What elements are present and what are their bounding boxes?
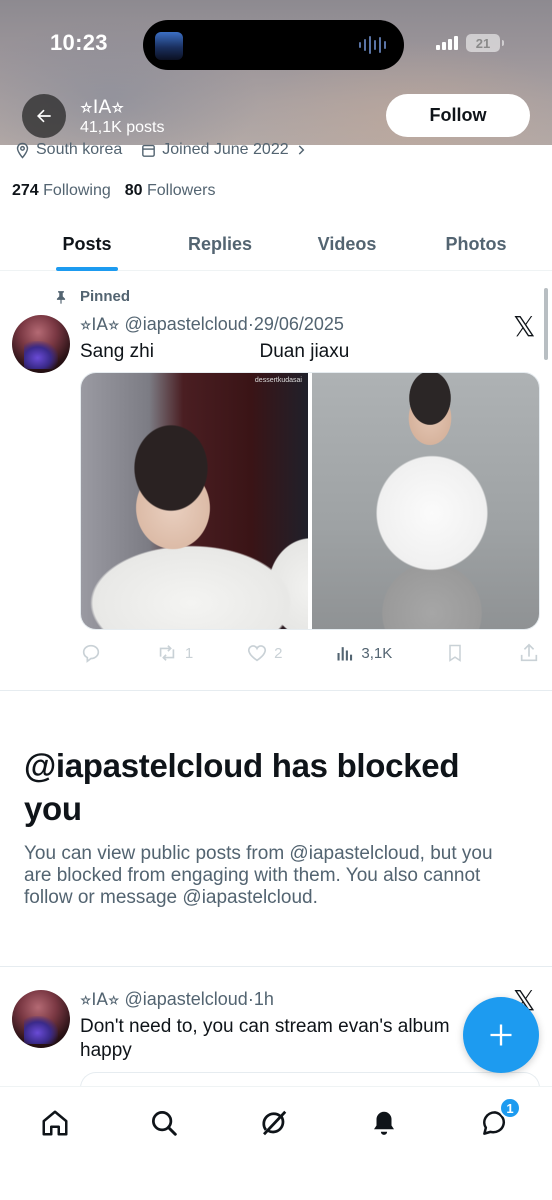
x-logo-icon: 𝕏 <box>513 310 536 343</box>
now-playing-artwork <box>155 32 183 60</box>
tweet-media[interactable]: dessertkudasai <box>80 372 540 630</box>
share-icon <box>520 643 538 662</box>
like-button[interactable]: 2 <box>246 642 282 664</box>
tweet-time[interactable]: 1h <box>254 989 274 1009</box>
profile-banner: 10:23 21 ⭐︎IA⭐︎ 41,1K posts Follow <box>0 0 552 145</box>
tweet-date[interactable]: 29/06/2025 <box>254 314 344 334</box>
calendar-icon <box>142 144 156 157</box>
header-post-count: 41,1K posts <box>80 119 165 136</box>
joined-text: Joined June 2022 <box>162 141 289 158</box>
bottom-navigation: 1 <box>0 1086 552 1200</box>
tweet-author-name[interactable]: ⭐︎IA⭐︎ <box>80 315 119 335</box>
profile-meta: South korea Joined June 2022 <box>14 141 308 159</box>
tweet-text-line-2: happy <box>80 1040 132 1061</box>
home-icon <box>42 1110 68 1136</box>
dynamic-island <box>143 20 404 70</box>
signal-icon <box>436 36 458 50</box>
tweet-author-name[interactable]: ⭐︎IA⭐︎ <box>80 990 119 1010</box>
like-count: 2 <box>274 644 283 662</box>
grok-icon <box>262 1110 287 1136</box>
views-button[interactable]: 3,1K <box>335 643 392 663</box>
retweet-button[interactable]: 1 <box>155 642 193 664</box>
media-image-duan-jiaxu[interactable] <box>312 373 539 629</box>
avatar[interactable] <box>12 990 70 1048</box>
search-icon <box>152 1111 177 1136</box>
nav-grok[interactable] <box>256 1105 292 1141</box>
location-text: South korea <box>36 141 123 158</box>
media-image-sang-zhi[interactable]: dessertkudasai <box>81 373 308 629</box>
tweet-author-handle[interactable]: @iapastelcloud <box>124 314 247 334</box>
reply-icon <box>82 644 100 663</box>
compose-button[interactable] <box>463 997 539 1073</box>
pinned-indicator: Pinned <box>54 288 130 305</box>
blocked-title: @iapastelcloud has blocked you <box>24 747 460 827</box>
section-divider <box>0 690 552 691</box>
image-watermark: dessertkudasai <box>254 377 302 384</box>
tweet-text: Sang zhi Duan jiaxu <box>80 341 350 362</box>
follow-button[interactable]: Follow <box>386 94 530 137</box>
pinned-label: Pinned <box>80 288 131 305</box>
joined-date[interactable]: Joined June 2022 <box>140 141 307 159</box>
plus-icon <box>490 1024 512 1046</box>
scrollbar[interactable] <box>544 288 548 360</box>
retweet-icon <box>159 645 175 661</box>
tweet-actions: 1 2 3,1K <box>80 642 540 664</box>
nav-notifications[interactable] <box>366 1105 402 1141</box>
heart-icon <box>248 645 267 662</box>
nav-messages[interactable]: 1 <box>477 1097 521 1141</box>
back-button[interactable] <box>22 94 66 138</box>
audio-waveform-icon <box>359 36 386 54</box>
messages-badge: 1 <box>499 1097 521 1119</box>
followers-link[interactable]: 80 Followers <box>125 182 216 200</box>
location: South korea <box>14 141 122 159</box>
status-time: 10:23 <box>50 30 108 55</box>
share-button[interactable] <box>518 642 540 664</box>
bell-icon <box>374 1111 394 1135</box>
bookmark-icon <box>449 644 461 662</box>
tab-videos[interactable]: Videos <box>266 218 428 271</box>
following-link[interactable]: 274 Following <box>12 182 111 200</box>
battery-icon: 21 <box>466 34 504 52</box>
pin-icon <box>56 290 66 304</box>
nav-search[interactable] <box>146 1105 182 1141</box>
blocked-body: You can view public posts from @iapastel… <box>24 843 493 908</box>
views-count: 3,1K <box>361 644 393 662</box>
tweet-text-line-1: Don't need to, you can stream evan's alb… <box>80 1016 450 1037</box>
tab-posts[interactable]: Posts <box>0 218 174 271</box>
tweet-header: ⭐︎IA⭐︎ @iapastelcloud·29/06/2025 <box>80 314 344 335</box>
status-indicators: 21 <box>436 34 504 52</box>
location-pin-icon <box>16 142 29 159</box>
retweet-count: 1 <box>184 644 194 662</box>
tweet-author-handle[interactable]: @iapastelcloud <box>124 989 247 1009</box>
tweet-header: ⭐︎IA⭐︎ @iapastelcloud·1h <box>80 989 274 1010</box>
section-divider <box>0 966 552 967</box>
nav-home[interactable] <box>37 1105 73 1141</box>
tab-photos[interactable]: Photos <box>428 218 524 271</box>
reply-button[interactable] <box>80 642 102 664</box>
avatar[interactable] <box>12 315 70 373</box>
views-chart-icon <box>337 647 353 661</box>
header-display-name: ⭐︎IA⭐︎ <box>80 96 125 118</box>
profile-tabs: Posts Replies Videos Photos <box>0 218 552 271</box>
arrow-left-icon <box>37 109 51 123</box>
bookmark-button[interactable] <box>445 642 465 664</box>
follow-counts: 274 Following 80 Followers <box>12 182 215 200</box>
tab-replies[interactable]: Replies <box>174 218 266 271</box>
battery-level: 21 <box>475 35 491 51</box>
chevron-right-icon <box>298 145 304 155</box>
